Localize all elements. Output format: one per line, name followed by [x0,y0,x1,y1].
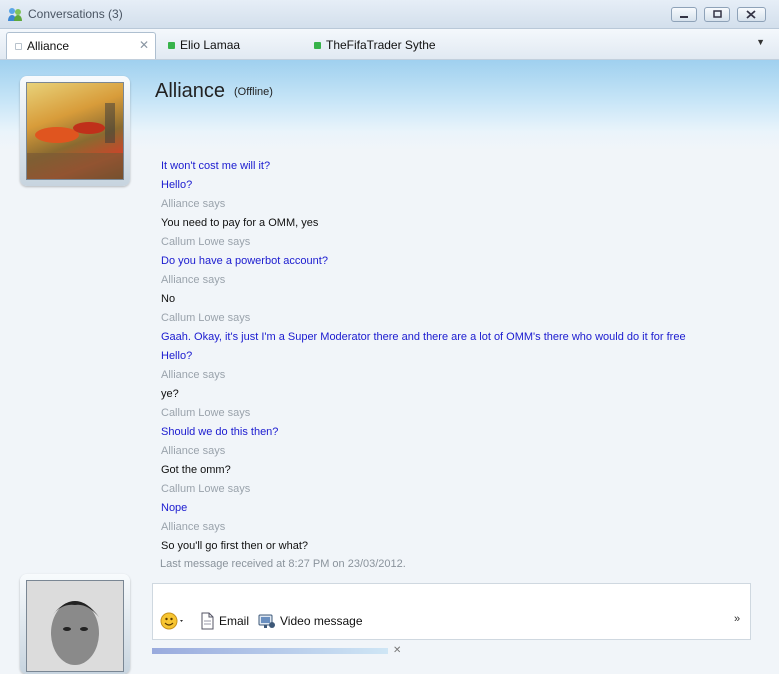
message-text: ye? [161,388,179,400]
ad-close-icon[interactable]: ✕ [393,645,401,656]
messenger-icon [8,8,22,21]
tab-thefifatrader-sythe[interactable]: TheFifaTrader Sythe [306,32,506,58]
contact-avatar [26,82,124,180]
conversation-tabs: Alliance ✕ Elio Lamaa TheFifaTrader Syth… [0,29,779,60]
message-text: Do you have a powerbot account? [161,255,328,267]
offline-status-icon [15,42,22,50]
ad-strip [152,648,388,654]
close-tab-icon[interactable]: ✕ [139,38,149,52]
compose-toolbar: Email Video message [160,611,372,631]
sender-label: Callum Lowe says [161,236,251,248]
my-avatar [26,580,124,672]
message-text: Got the omm? [161,464,231,476]
message-text: You need to pay for a OMM, yes [161,217,319,229]
minimize-button[interactable] [671,7,697,22]
message-text: It won't cost me will it? [161,160,271,172]
car-photo-icon [27,103,123,179]
video-message-label: Video message [280,614,363,628]
close-window-button[interactable] [737,7,766,22]
maximize-button[interactable] [704,7,730,22]
more-tools-button[interactable]: » [734,613,740,625]
message-text: Gaah. Okay, it's just I'm a Super Modera… [161,331,686,343]
message-text: No [161,293,176,305]
online-status-icon [168,41,175,49]
portrait-photo-icon [27,581,123,671]
online-status-icon [314,41,321,49]
maximize-icon [713,10,722,18]
message-text: Nope [161,502,188,514]
video-message-button[interactable]: Video message [258,612,363,630]
email-label: Email [219,614,250,628]
sender-label: Alliance says [161,369,226,381]
sender-label: Alliance says [161,274,226,286]
sender-label: Alliance says [161,521,226,533]
message-text: Hello? [161,350,193,362]
document-icon [201,612,214,630]
video-message-icon [258,614,276,628]
tab-alliance[interactable]: Alliance ✕ [6,32,156,59]
message-text: So you'll go first then or what? [161,540,309,552]
window-title: Conversations (3) [28,7,123,21]
close-icon [746,10,756,19]
emoticon-button[interactable] [160,612,190,630]
message-text: Hello? [161,179,193,191]
tab-label: Alliance [27,39,70,53]
conversation-pane: Alliance (Offline) It won't cost me will… [0,60,779,674]
contact-avatar-frame[interactable] [20,76,130,186]
tab-overflow-arrow-icon[interactable]: ▼ [756,37,765,47]
message-history: It won't cost me will it? Hello? Alliance … [161,157,761,556]
contact-status: (Offline) [234,86,273,98]
sender-label: Alliance says [161,198,226,210]
sender-label: Callum Lowe says [161,483,251,495]
message-text: Should we do this then? [161,426,279,438]
contact-name: Alliance [155,80,226,102]
minimize-icon [680,16,688,18]
title-bar: Conversations (3) [0,0,779,29]
tab-label: TheFifaTrader Sythe [326,38,436,52]
last-message-info: Last message received at 8:27 PM on 23/0… [160,558,406,570]
sender-label: Callum Lowe says [161,407,251,419]
sender-label: Callum Lowe says [161,312,251,324]
tab-label: Elio Lamaa [180,38,241,52]
sender-label: Alliance says [161,445,226,457]
email-button[interactable]: Email [199,612,249,630]
my-avatar-frame[interactable] [20,574,130,674]
tab-elio-lamaa[interactable]: Elio Lamaa [160,32,300,58]
smiley-icon [160,612,183,630]
